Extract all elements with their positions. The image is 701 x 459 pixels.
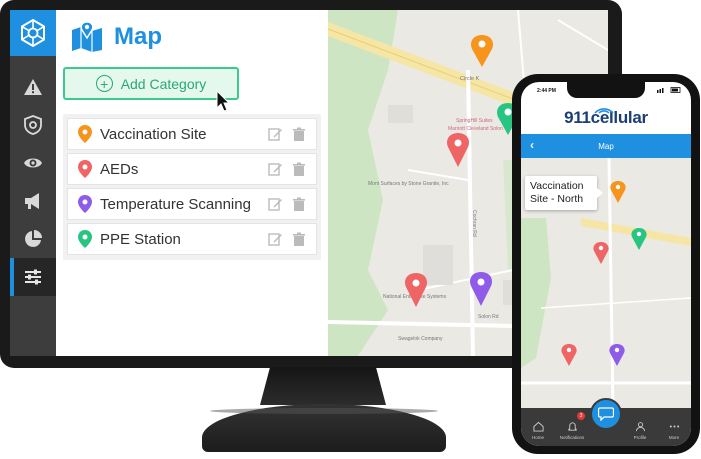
category-list: Vaccination Site AEDs Temperature Scanni…	[63, 114, 321, 260]
map-icon	[72, 22, 102, 52]
edit-icon[interactable]	[268, 162, 282, 176]
app-logo-icon[interactable]	[10, 10, 56, 56]
list-item[interactable]: PPE Station	[67, 223, 317, 255]
status-time: 2:44 PM	[537, 88, 556, 94]
tab-label: Profile	[633, 435, 647, 440]
map-label-cochran: Cochran Rd	[471, 210, 477, 237]
phone-nav-bar: ‹ Map	[521, 134, 691, 158]
edit-icon[interactable]	[268, 127, 282, 141]
sidebar-item-monitor[interactable]	[10, 144, 56, 182]
phone: 2:44 PM 911cellular ‹ Map Vaccination Si…	[512, 74, 700, 454]
tab-home[interactable]: Home	[523, 421, 553, 440]
row-actions	[268, 162, 306, 176]
marketing-composite: Map + Add Category Vaccination Site AEDs…	[0, 0, 701, 459]
map-pin-icon	[78, 160, 92, 178]
bell-icon	[567, 422, 577, 431]
tab-label: More	[668, 435, 680, 440]
page-title: Map	[114, 23, 162, 50]
notification-badge: 3	[577, 412, 585, 420]
mouse-cursor-icon	[216, 90, 230, 112]
add-category-button[interactable]: + Add Category	[63, 67, 239, 100]
shield-gear-icon	[24, 115, 42, 135]
eye-icon	[24, 158, 42, 168]
list-item[interactable]: AEDs	[67, 153, 317, 185]
monitor-stand-highlight	[210, 408, 438, 414]
edit-icon[interactable]	[268, 232, 282, 246]
map-label-solon: Solon Rd	[478, 314, 499, 320]
map-pin-icon	[78, 230, 92, 248]
row-actions	[268, 197, 306, 211]
list-item[interactable]: Temperature Scanning	[67, 188, 317, 220]
pie-chart-icon	[25, 230, 42, 247]
list-item[interactable]: Vaccination Site	[67, 118, 317, 150]
sidebar-item-broadcast[interactable]	[10, 182, 56, 220]
brand-header: 911cellular	[521, 102, 691, 134]
wifi-arc-icon	[594, 108, 614, 114]
map-pin-icon	[78, 195, 92, 213]
map-label-surfaces: Mont Surfaces by Stone Granite, Inc	[368, 181, 449, 187]
pin-callout: Vaccination Site - North	[525, 176, 603, 210]
row-actions	[268, 127, 306, 141]
home-icon	[532, 421, 544, 432]
add-category-label: Add Category	[120, 75, 207, 92]
phone-nav-title: Map	[598, 141, 614, 151]
map-pin-icon	[78, 125, 92, 143]
trash-icon[interactable]	[292, 197, 306, 211]
back-chevron-icon[interactable]: ‹	[530, 138, 534, 152]
category-label: AEDs	[100, 160, 139, 178]
page-header: Map	[70, 22, 162, 52]
person-icon	[635, 422, 645, 432]
map-label-springhill: SpringHill Suites	[456, 118, 493, 124]
edit-icon[interactable]	[268, 197, 282, 211]
tab-more[interactable]: More	[659, 421, 689, 440]
trash-icon[interactable]	[292, 127, 306, 141]
tab-label: Home	[531, 435, 544, 440]
monitor-stand-neck	[260, 367, 386, 405]
category-label: Vaccination Site	[100, 125, 207, 143]
chat-button[interactable]	[590, 398, 622, 430]
tab-label: Notifications	[559, 435, 585, 440]
trash-icon[interactable]	[292, 232, 306, 246]
map-label-circle: Circle K	[460, 76, 480, 82]
plus-circle-icon: +	[95, 75, 113, 92]
sidebar-item-security[interactable]	[10, 106, 56, 144]
sidebar-item-alerts[interactable]	[10, 68, 56, 106]
megaphone-icon	[25, 193, 39, 209]
tab-profile[interactable]: Profile	[625, 421, 655, 440]
chat-icon	[598, 407, 614, 421]
map-label-marriott: Marriott Cleveland Solon	[448, 126, 503, 132]
phone-map-view[interactable]: Vaccination Site - North	[521, 158, 691, 408]
sidebar-item-reports[interactable]	[10, 220, 56, 258]
category-label: Temperature Scanning	[100, 195, 251, 213]
warning-icon	[24, 79, 42, 95]
map-label-swagelok: Swagelok Company	[398, 336, 443, 342]
more-icon	[669, 425, 679, 428]
phone-notch	[567, 82, 645, 98]
sidebar-item-settings[interactable]	[10, 258, 56, 296]
sliders-icon	[25, 269, 41, 285]
category-label: PPE Station	[100, 230, 181, 248]
signal-battery-icon	[657, 87, 681, 93]
sidebar	[10, 10, 56, 356]
tab-notifications[interactable]: Notifications	[557, 421, 587, 440]
row-actions	[268, 232, 306, 246]
phone-screen: 2:44 PM 911cellular ‹ Map Vaccination Si…	[521, 82, 691, 446]
trash-icon[interactable]	[292, 162, 306, 176]
